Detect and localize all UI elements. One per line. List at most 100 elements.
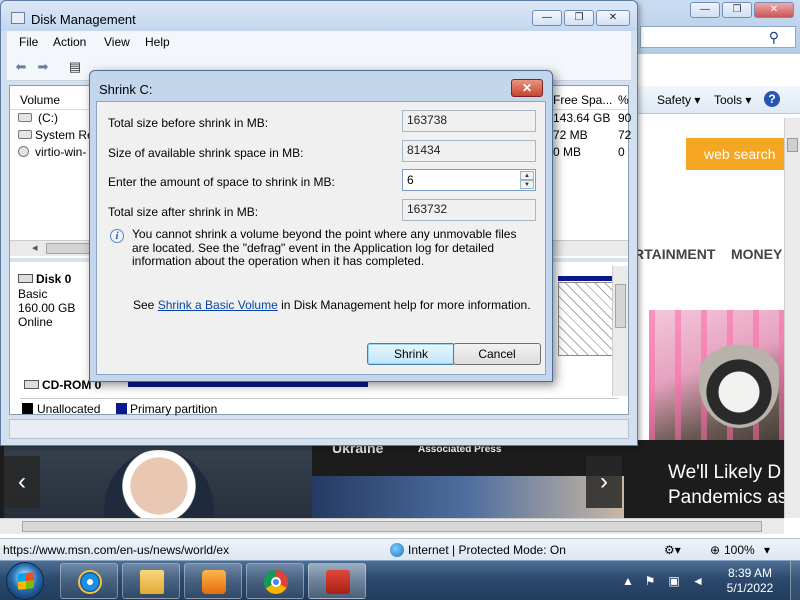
status-zone: Internet | Protected Mode: On <box>408 543 566 557</box>
show-desktop-button[interactable] <box>790 561 800 600</box>
volume-pct: 0 <box>618 145 625 159</box>
shrink-amount-field[interactable]: ▲ ▼ <box>402 169 536 191</box>
nav-entertainment[interactable]: RTAINMENT <box>634 246 715 262</box>
tools-menu[interactable]: Tools ▾ <box>714 93 751 107</box>
volume-muted-icon[interactable]: ◄ <box>690 573 706 589</box>
chrome-icon <box>264 570 288 594</box>
spin-up-icon[interactable]: ▲ <box>520 171 534 180</box>
column-percent[interactable]: % <box>618 93 629 107</box>
forward-arrow-icon[interactable]: ➡ <box>35 59 51 75</box>
column-volume[interactable]: Volume <box>20 93 60 107</box>
dm-maximize-button[interactable]: ❐ <box>564 10 594 26</box>
volume-free: 0 MB <box>553 145 582 159</box>
carousel-next-button[interactable]: › <box>586 456 622 508</box>
cdrom-icon <box>24 380 39 389</box>
dm-minimize-button[interactable]: — <box>532 10 562 26</box>
see-prefix: See <box>133 298 158 312</box>
media-player-icon <box>202 570 226 594</box>
windows-logo-icon <box>18 572 34 590</box>
dm-status-bar <box>9 419 629 439</box>
disk0-name: Disk 0 <box>36 272 72 286</box>
dm-titlebar[interactable]: Disk Management — ❐ ✕ <box>1 1 637 31</box>
show-hide-tree-icon[interactable]: ▤ <box>67 59 83 75</box>
globe-icon <box>390 543 404 557</box>
status-url: https://www.msn.com/en-us/news/world/ex <box>3 543 230 557</box>
legend-primary: Primary partition <box>130 402 218 416</box>
volume-free: 72 MB <box>553 128 588 142</box>
dm-title: Disk Management <box>31 12 136 27</box>
web-search-button[interactable]: web search <box>686 138 784 170</box>
disk-view-vscrollbar[interactable] <box>612 266 628 396</box>
ie-search-box[interactable]: ⚲ <box>640 26 796 48</box>
legend-swatch-unallocated <box>22 403 33 414</box>
shrink-info-text: You cannot shrink a volume beyond the po… <box>132 227 517 268</box>
taskbar-media-player[interactable] <box>184 563 242 599</box>
action-center-flag-icon[interactable]: ⚑ <box>642 573 658 589</box>
shrink-amount-input[interactable] <box>407 172 517 188</box>
drive-icon <box>18 113 32 122</box>
ie-maximize-button[interactable]: ❐ <box>722 2 752 18</box>
disk-icon <box>18 274 33 283</box>
cancel-button[interactable]: Cancel <box>453 343 541 365</box>
partition-block-hatched[interactable] <box>558 282 614 356</box>
volume-pct: 72 <box>618 128 632 142</box>
news-photo-mid[interactable] <box>312 476 624 518</box>
taskbar-chrome[interactable] <box>246 563 304 599</box>
shrink-button[interactable]: Shrink <box>367 343 455 365</box>
back-arrow-icon[interactable]: ⬅ <box>13 59 29 75</box>
photo-person <box>104 450 214 518</box>
headline-right[interactable]: We'll Likely D Pandemics as <box>668 460 784 510</box>
tools-label: Tools <box>714 93 743 107</box>
legend-unallocated: Unallocated <box>37 402 101 416</box>
start-button[interactable] <box>6 562 44 600</box>
taskbar-disk-management[interactable] <box>308 563 366 599</box>
dm-close-button[interactable]: ✕ <box>596 10 630 26</box>
taskbar-ie[interactable] <box>60 563 118 599</box>
ie-horizontal-scrollbar[interactable] <box>0 518 784 534</box>
nav-money[interactable]: MONEY <box>731 246 782 262</box>
partition-legend: Unallocated Primary partition <box>20 398 618 416</box>
ie-hscroll-thumb[interactable] <box>22 521 762 532</box>
cd-drive-icon <box>18 146 29 157</box>
disk-management-icon <box>11 12 25 24</box>
shrink-amount-label: Enter the amount of space to shrink in M… <box>108 175 335 189</box>
ie-minimize-button[interactable]: — <box>690 2 720 18</box>
partition-header-bar <box>558 276 614 281</box>
drive-icon <box>18 130 32 139</box>
column-free-space[interactable]: Free Spa... <box>553 93 612 107</box>
spin-down-icon[interactable]: ▼ <box>520 180 534 189</box>
see-suffix: in Disk Management help for more informa… <box>277 298 531 312</box>
system-clock[interactable]: 8:39 AM 5/1/2022 <box>712 566 788 596</box>
carousel-prev-button[interactable]: ‹ <box>4 456 40 508</box>
zoom-dropdown-icon[interactable]: ▾ <box>764 543 770 557</box>
ie-vscroll-thumb[interactable] <box>787 138 798 152</box>
volume-pct: 90 <box>618 111 632 125</box>
total-before-label: Total size before shrink in MB: <box>108 116 269 130</box>
total-before-field: 163738 <box>402 110 536 132</box>
legend-swatch-primary <box>116 403 127 414</box>
shrink-close-button[interactable]: ✕ <box>511 79 543 97</box>
network-icon[interactable]: ▣ <box>666 573 682 589</box>
menu-file[interactable]: File <box>19 35 38 49</box>
zoom-icon[interactable]: ⊕ <box>710 543 720 557</box>
disk-view-vscroll-thumb[interactable] <box>615 284 626 328</box>
ie-window-controls: — ❐ ✕ <box>690 2 794 18</box>
news-photo-person[interactable] <box>4 444 312 518</box>
tray-expand-icon[interactable]: ▲ <box>620 573 636 589</box>
scroll-left-icon[interactable]: ◂ <box>32 241 38 254</box>
menu-help[interactable]: Help <box>145 35 170 49</box>
ie-icon <box>78 570 102 594</box>
menu-action[interactable]: Action <box>53 35 86 49</box>
taskbar-explorer[interactable] <box>122 563 180 599</box>
ie-close-button[interactable]: ✕ <box>754 2 794 18</box>
search-icon[interactable]: ⚲ <box>769 29 779 46</box>
safety-label: Safety <box>657 93 692 107</box>
ie-vertical-scrollbar[interactable] <box>784 118 800 518</box>
protected-mode-icon[interactable]: ⚙▾ <box>664 543 681 557</box>
help-icon[interactable]: ? <box>764 91 780 107</box>
shrink-dialog-body: Total size before shrink in MB: 163738 S… <box>96 101 546 375</box>
menu-view[interactable]: View <box>104 35 130 49</box>
safety-menu[interactable]: Safety ▾ <box>657 93 700 107</box>
zoom-level[interactable]: 100% <box>724 543 755 557</box>
shrink-help-link[interactable]: Shrink a Basic Volume <box>158 298 278 312</box>
